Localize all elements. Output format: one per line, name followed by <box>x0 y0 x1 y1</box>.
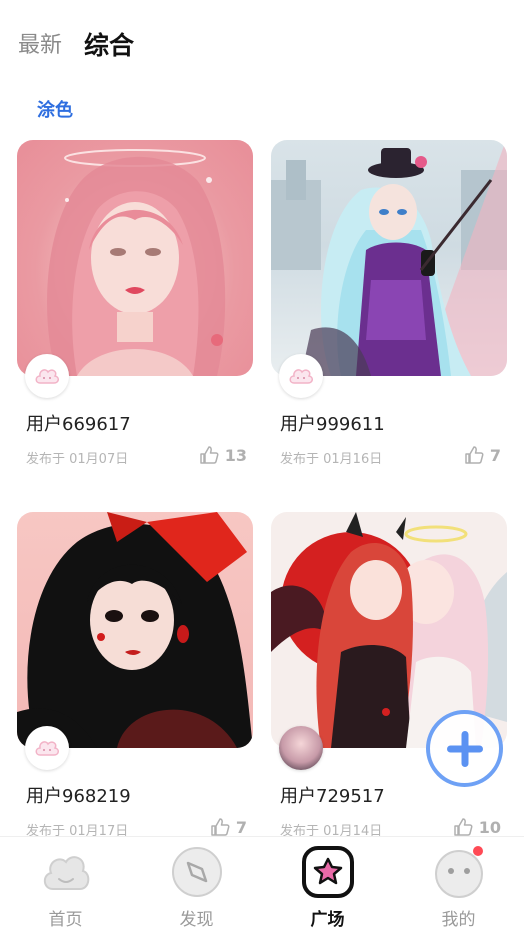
category-filter[interactable]: 涂色 <box>37 96 73 122</box>
card-username: 用户968219 <box>26 786 131 807</box>
artwork-card[interactable]: 用户999611 发布于 01月16日 7 <box>271 140 507 467</box>
like-count: 7 <box>489 445 501 465</box>
like-button[interactable]: 13 <box>199 445 247 465</box>
nav-square-label: 广场 <box>310 910 345 930</box>
card-date: 发布于 01月14日 <box>280 824 383 836</box>
card-username: 用户999611 <box>280 414 385 435</box>
like-count: 13 <box>224 445 247 465</box>
user-avatar[interactable] <box>25 726 69 770</box>
flower-square-icon <box>301 846 354 898</box>
user-avatar[interactable] <box>279 726 323 770</box>
thumbs-up-icon <box>453 818 473 836</box>
card-date: 发布于 01月07日 <box>26 452 129 467</box>
artwork-card[interactable]: 用户968219 发布于 01月17日 7 <box>17 512 253 836</box>
artwork-illustration <box>17 512 253 748</box>
add-post-button[interactable] <box>426 710 503 787</box>
plus-icon <box>446 730 483 767</box>
artwork-illustration <box>47 149 226 376</box>
like-button[interactable]: 10 <box>453 817 501 836</box>
artwork-image[interactable] <box>17 140 253 376</box>
thumbs-up-icon <box>199 446 219 464</box>
notification-badge <box>472 846 483 856</box>
like-button[interactable]: 7 <box>464 445 501 465</box>
bottom-navigation: 首页 发现 广场 我的 <box>0 836 524 931</box>
card-username: 用户729517 <box>280 786 385 807</box>
nav-profile[interactable]: 我的 <box>393 837 524 931</box>
face-profile-icon <box>434 846 483 898</box>
tab-comprehensive[interactable]: 综合 <box>84 28 134 64</box>
artwork-image[interactable] <box>271 140 507 376</box>
tab-latest[interactable]: 最新 <box>18 28 62 64</box>
cloud-avatar-icon <box>289 369 313 384</box>
cloud-avatar-icon <box>35 741 59 756</box>
user-avatar[interactable] <box>279 354 323 398</box>
artwork-image[interactable] <box>17 512 253 748</box>
cloud-home-icon <box>43 856 89 890</box>
compass-icon <box>171 847 222 897</box>
nav-home[interactable]: 首页 <box>0 837 131 931</box>
nav-discover[interactable]: 发现 <box>131 837 262 931</box>
card-username: 用户669617 <box>26 414 131 435</box>
card-date: 发布于 01月16日 <box>280 452 383 467</box>
like-count: 10 <box>478 817 501 837</box>
card-date: 发布于 01月17日 <box>26 824 129 836</box>
nav-discover-label: 发现 <box>179 910 214 930</box>
top-tabs: 最新 综合 <box>18 28 134 64</box>
artwork-card[interactable]: 用户669617 发布于 01月07日 13 <box>17 140 253 467</box>
like-count: 7 <box>235 817 247 837</box>
nav-profile-label: 我的 <box>441 910 476 930</box>
thumbs-up-icon <box>211 818 230 836</box>
artwork-illustration <box>271 140 507 376</box>
user-avatar[interactable] <box>25 354 69 398</box>
thumbs-up-icon <box>465 446 484 464</box>
like-button[interactable]: 7 <box>210 817 247 836</box>
cloud-avatar-icon <box>35 369 59 384</box>
nav-home-label: 首页 <box>48 910 83 930</box>
nav-square[interactable]: 广场 <box>262 837 393 931</box>
